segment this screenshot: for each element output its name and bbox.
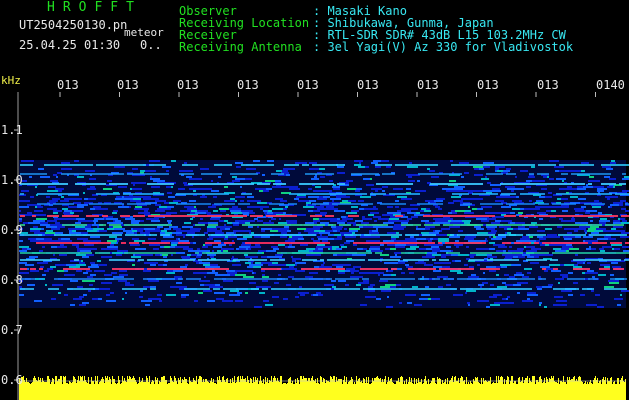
observation-datetime: 25.04.25 01:30 xyxy=(19,38,121,52)
spectrogram-panel xyxy=(14,92,629,400)
antenna-label: Receiving Antenna xyxy=(179,40,302,54)
antenna-value: : 3el Yagi(V) Az 330 for Vladivostok xyxy=(313,40,574,54)
x-tick-label: 0140 xyxy=(596,78,625,92)
app-title: HROFFT xyxy=(47,0,142,15)
detection-count: 0.. xyxy=(140,38,162,52)
x-tick-label: 013 xyxy=(357,78,379,92)
y-tick-label: 0.8 xyxy=(1,273,23,287)
y-tick-label: 1.0 xyxy=(1,173,23,187)
x-tick-label: 013 xyxy=(537,78,559,92)
x-tick-label: 013 xyxy=(237,78,259,92)
x-tick-label: 013 xyxy=(57,78,79,92)
image-filename: UT2504250130.pn xyxy=(19,18,128,32)
y-axis-unit: kHz xyxy=(1,74,21,87)
y-tick-label: 0.9 xyxy=(1,223,23,237)
x-tick-label: 013 xyxy=(177,78,199,92)
x-tick-label: 013 xyxy=(297,78,319,92)
y-tick-label: 1.1 xyxy=(1,123,23,137)
x-tick-label: 013 xyxy=(477,78,499,92)
y-tick-label: 0.7 xyxy=(1,323,23,337)
activity-bars xyxy=(18,376,626,400)
x-tick-label: 013 xyxy=(417,78,439,92)
y-tick-label: 0.6 xyxy=(1,373,23,387)
x-tick-label: 013 xyxy=(117,78,139,92)
